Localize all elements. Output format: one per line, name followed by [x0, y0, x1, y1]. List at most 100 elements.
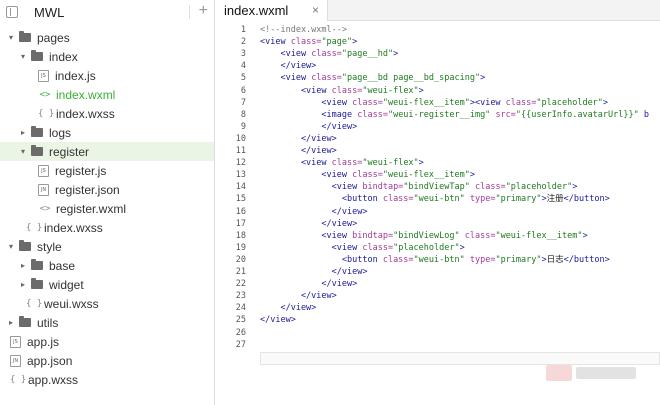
tree-item-index-js[interactable]: JS index.js	[0, 66, 214, 85]
tree-item-index[interactable]: ▾ index	[0, 47, 214, 66]
code-line[interactable]: <button class="weui-btn" type="primary">…	[260, 254, 610, 266]
code-token: 日志	[546, 254, 564, 265]
code-line[interactable]: </view>	[260, 290, 337, 302]
line-number: 25	[235, 315, 246, 326]
sidebar-toggle-icon[interactable]	[6, 6, 18, 18]
code-token: </view>	[260, 279, 358, 290]
watermark-text-block	[576, 367, 636, 379]
code-line[interactable]: </view>	[260, 206, 368, 218]
code-editor[interactable]: 1 2 3 4 5 6 7 8 9 10 11 12 13 14 15 16 17 18 19 20 21 22 23 24 2…	[216, 21, 660, 405]
code-token: </view>	[260, 267, 368, 277]
tree-item-app-js[interactable]: JS app.js	[0, 332, 214, 351]
code-token: >	[572, 182, 578, 193]
tab-index-wxml[interactable]: index.wxml ×	[216, 0, 328, 21]
code-token: 注册	[546, 194, 564, 205]
style-file-icon: { }	[26, 298, 43, 309]
tree-item-register-wxml[interactable]: <> register.wxml	[0, 199, 214, 218]
code-line[interactable]: </view>	[260, 121, 357, 133]
line-number: 19	[235, 242, 246, 253]
add-file-icon[interactable]: +	[199, 2, 208, 20]
tree-item-utils[interactable]: ▸ utils	[0, 313, 214, 332]
line-number: 26	[235, 327, 246, 338]
code-line[interactable]: </view>	[260, 278, 357, 290]
code-line[interactable]: <view bindtap="bindViewLog" class="weui-…	[260, 230, 587, 242]
file-explorer-sidebar: MWL + ▾ pages ▾ index JS index.js <> index.wxml…	[0, 0, 215, 405]
close-tab-icon[interactable]: ×	[312, 3, 319, 17]
code-line[interactable]: <view class="weui-flex">	[260, 157, 424, 169]
chevron-right-icon[interactable]: ▸	[18, 128, 28, 137]
code-token: "placeholder"	[393, 242, 460, 253]
code-token: "page__hd"	[341, 49, 394, 60]
line-number: 5	[240, 73, 246, 84]
code-token: <button	[260, 194, 383, 205]
code-line[interactable]: <!--index.wxml-->	[260, 24, 347, 36]
tree-item-app-json[interactable]: JN app.json	[0, 351, 214, 370]
folder-icon	[31, 50, 43, 61]
code-token: "bindViewLog"	[393, 230, 460, 241]
code-token: </view>	[260, 303, 317, 314]
chevron-down-icon[interactable]: ▾	[6, 33, 16, 42]
folder-icon	[19, 316, 31, 327]
project-name: MWL	[34, 5, 65, 20]
code-token: </view>	[260, 218, 358, 229]
chevron-right-icon[interactable]: ▸	[18, 261, 28, 270]
chevron-down-icon[interactable]: ▾	[18, 52, 28, 61]
code-token: class=	[357, 109, 388, 120]
tree-item-register[interactable]: ▾ register	[0, 142, 214, 161]
style-file-icon: { }	[26, 222, 43, 233]
code-line[interactable]: <view class="weui-flex">	[260, 85, 424, 97]
code-line[interactable]: <view bindtap="bindViewTap" class="place…	[260, 181, 578, 193]
code-line[interactable]: </view>	[260, 133, 337, 145]
tree-item-label: index.js	[55, 68, 96, 83]
tree-item-index-wxss[interactable]: { } index.wxss	[0, 218, 214, 237]
chevron-down-icon[interactable]: ▾	[6, 242, 16, 251]
line-number: 21	[235, 267, 246, 277]
code-token: type=	[469, 194, 496, 205]
code-token: <view	[260, 170, 353, 181]
code-line[interactable]: </view>	[260, 145, 337, 157]
code-token: <view	[260, 158, 332, 169]
code-line[interactable]: </view>	[260, 60, 316, 72]
tree-item-label: index.wxss	[56, 106, 115, 121]
chevron-right-icon[interactable]: ▸	[18, 280, 28, 289]
code-line[interactable]: <image class="weui-register__img" src="{…	[260, 109, 649, 121]
code-token: src=	[495, 109, 516, 120]
file-icon: JS	[10, 335, 21, 348]
code-line[interactable]: <view class="page">	[260, 36, 357, 48]
tree-item-weui-wxss[interactable]: { } weui.wxss	[0, 294, 214, 313]
code-token: "primary"	[495, 254, 542, 265]
code-line[interactable]: </view>	[260, 314, 296, 326]
code-token: class=	[352, 97, 383, 108]
tree-item-register-json[interactable]: JN register.json	[0, 180, 214, 199]
code-line[interactable]: <view class="weui-flex__item">	[260, 169, 475, 181]
tree-item-style[interactable]: ▾ style	[0, 237, 214, 256]
tree-item-widget[interactable]: ▸ widget	[0, 275, 214, 294]
code-token: "weui-register__img"	[387, 109, 491, 120]
code-line[interactable]: <view class="placeholder">	[260, 242, 465, 254]
code-token: "{{userInfo.avatarUrl}}"	[515, 109, 639, 120]
tree-item-index-wxss[interactable]: { } index.wxss	[0, 104, 214, 123]
code-line[interactable]: <view class="page__hd">	[260, 48, 398, 60]
code-line[interactable]: </view>	[260, 266, 368, 278]
code-token: "weui-flex__item"	[495, 230, 583, 241]
chevron-down-icon[interactable]: ▾	[18, 147, 28, 156]
tree-item-app-wxss[interactable]: { } app.wxss	[0, 370, 214, 389]
tree-item-index-wxml[interactable]: <> index.wxml	[0, 85, 214, 104]
tree-item-logs[interactable]: ▸ logs	[0, 123, 214, 142]
code-line[interactable]: </view>	[260, 302, 316, 314]
code-line[interactable]: <view class="page__bd page__bd_spacing">	[260, 72, 485, 84]
code-token: "weui-flex__item"	[382, 170, 470, 181]
folder-icon	[31, 259, 43, 270]
tree-item-register-js[interactable]: JS register.js	[0, 161, 214, 180]
line-number: 1	[240, 25, 246, 35]
code-line[interactable]: <view class="weui-flex__item"><view clas…	[260, 97, 608, 109]
chevron-right-icon[interactable]: ▸	[6, 318, 16, 327]
code-token: class=	[352, 170, 383, 181]
tree-item-pages[interactable]: ▾ pages	[0, 28, 214, 47]
code-line[interactable]: </view>	[260, 218, 357, 230]
code-token: class=	[464, 230, 496, 241]
code-line[interactable]: <button class="weui-btn" type="primary">…	[260, 193, 610, 205]
line-number: 16	[235, 206, 246, 217]
tree-item-base[interactable]: ▸ base	[0, 256, 214, 275]
code-token: <view	[260, 242, 363, 253]
